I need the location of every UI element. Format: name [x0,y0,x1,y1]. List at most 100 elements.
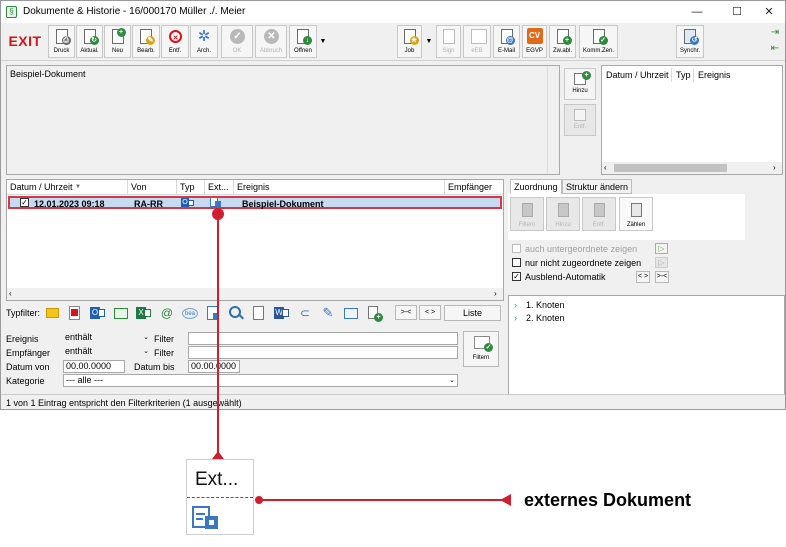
scroll-right-icon[interactable]: › [494,289,497,298]
minimize-button[interactable]: — [682,3,712,21]
clipboard-icon: + [554,28,572,45]
delete-doc-icon: ✕ [166,28,184,45]
grid-col-datetime[interactable]: Datum / Uhrzeit [10,182,73,192]
close-button[interactable]: ✕ [754,3,784,21]
ereignis-filter-input[interactable] [188,332,458,345]
ereignis-filter-label: Filter [154,334,174,344]
notes-area[interactable]: Beispiel-Dokument [6,65,560,175]
expand-all-button[interactable]: < > [419,305,441,320]
history-hscrollbar[interactable]: ‹ › [602,162,782,174]
scroll-left-icon[interactable]: ‹ [9,289,12,298]
play-icon[interactable]: ▷ [655,243,668,254]
at-filter-icon[interactable]: @ [159,305,175,321]
main-toolbar: EXIT ⎙ Druck ↻ Aktual. + Neu ✎ Bearb. ✕ … [1,23,785,61]
history-entf-button[interactable]: Entf. [564,104,596,136]
eeb-button[interactable]: eEB [463,25,491,58]
external-doc-icon[interactable] [210,197,222,208]
entf-button[interactable]: ✕ Entf. [161,25,189,58]
tab-zuordnung[interactable]: Zuordnung [510,179,562,194]
sign-button[interactable]: Sign [436,25,461,58]
grid-col-empfaenger[interactable]: Empfänger [448,182,492,192]
notes-scrollbar[interactable] [547,66,559,174]
pdf-filter-icon[interactable] [67,305,83,321]
scroll-left-icon[interactable]: ‹ [604,163,607,172]
zuordnung-entf-button[interactable]: Entf. [582,197,616,231]
job-button[interactable]: ★ Job [397,25,422,58]
tab-struktur-aendern[interactable]: Struktur ändern [562,179,633,194]
zoom-ext-header: Ext... [195,469,239,490]
text-filter-icon[interactable] [251,305,267,321]
zuordnung-hinzu-button[interactable]: Hinzu [546,197,580,231]
note-filter-icon[interactable] [45,305,61,321]
dock-right-icon[interactable]: ⇥ [769,27,781,39]
excel-filter-icon[interactable]: X [136,305,152,321]
expand-nodes-button[interactable]: < > [636,271,650,283]
zaehlen-button[interactable]: Zählen [619,197,653,231]
grid-col-von[interactable]: Von [131,182,147,192]
document-grid[interactable]: Datum / Uhrzeit ▼ Von Typ Ext... Ereigni… [6,179,504,301]
count-icon [631,203,642,217]
abbruch-button[interactable]: ✕ Abbruch [255,25,287,58]
table-row[interactable]: ✓ 12.01.2023 09:18 RA-RR O Beispiel-Doku… [8,196,502,209]
history-col-datetime[interactable]: Datum / Uhrzeit [606,70,669,80]
history-col-ereignis[interactable]: Ereignis [698,70,731,80]
oeffnen-dropdown-icon[interactable]: ▼ [318,25,328,58]
empfaenger-mode-select[interactable]: enthält ⌄ [63,346,151,359]
maximize-button[interactable]: ☐ [722,3,752,21]
synchr-button[interactable]: ↺ Synchr. [676,25,704,58]
nicht-zugeordnete-checkbox[interactable] [512,258,521,267]
collapse-all-button[interactable]: >-< [395,305,417,320]
datum-von-input[interactable]: 00.00.0000 [63,360,125,373]
ok-button[interactable]: ✓ OK [221,25,253,58]
egvp-button[interactable]: CV EGVP [522,25,547,58]
row-checkbox[interactable]: ✓ [20,198,29,207]
grid-col-typ[interactable]: Typ [180,182,195,192]
folder-open-filter-icon[interactable] [343,305,359,321]
arch-button[interactable]: ✲ Arch. [190,25,218,58]
filter-icon [522,203,533,217]
druck-button[interactable]: ⎙ Druck [48,25,75,58]
filtern-button[interactable]: ✓ Filtern [463,331,499,367]
grid-hscrollbar[interactable]: ‹ › [7,288,503,300]
dock-left-icon[interactable]: ⇤ [769,43,781,55]
pen-filter-icon[interactable]: ✎ [320,305,336,321]
word-filter-icon[interactable]: W [274,305,290,321]
datum-bis-input[interactable]: 00.00.0000 [188,360,240,373]
empfaenger-filter-input[interactable] [188,346,458,359]
chevron-right-icon[interactable]: › [514,313,526,323]
tree-node[interactable]: › 2. Knoten [514,313,565,323]
attachment-filter-icon[interactable]: ⊂ [297,305,313,321]
egvp-icon: CV [526,28,544,45]
add-icon [558,203,569,217]
untergeordnete-checkbox[interactable] [512,244,521,253]
history-col-typ[interactable]: Typ [676,70,691,80]
ereignis-mode-select[interactable]: enthält ⌄ [63,332,151,345]
tree-node[interactable]: › 1. Knoten [514,300,565,310]
history-hinzu-button[interactable]: + Hinzu [564,68,596,100]
job-dropdown-icon[interactable]: ▼ [424,25,434,58]
add-doc-filter-icon[interactable]: + [366,305,383,322]
web-filter-icon[interactable] [228,305,244,321]
ausblend-checkbox[interactable]: ✓ [512,272,521,281]
folder-filter-icon[interactable] [113,305,129,321]
zuordnung-filtern-button[interactable]: Filtern [510,197,544,231]
bea-filter-icon[interactable]: bea [182,305,198,321]
kategorie-select[interactable]: --- alle --- ⌄ [63,374,458,387]
scroll-right-icon[interactable]: › [773,163,776,172]
aktual-button[interactable]: ↻ Aktual. [76,25,103,58]
grid-col-ereignis[interactable]: Ereignis [237,182,270,192]
komm-zen-button[interactable]: ✓ Komm.Zen. [579,25,618,58]
history-list[interactable]: Datum / Uhrzeit Typ Ereignis ‹ › [601,65,783,175]
exit-button[interactable]: EXIT [4,25,46,57]
assignment-tree[interactable]: › 1. Knoten › 2. Knoten [508,295,785,409]
liste-button[interactable]: Liste [444,305,501,321]
email-button[interactable]: @ E-Mail [493,25,520,58]
oeffnen-button[interactable]: ↓ Öffnen [289,25,317,58]
grid-col-ext[interactable]: Ext... [208,182,229,192]
neu-button[interactable]: + Neu [104,25,131,58]
bearb-button[interactable]: ✎ Bearb. [132,25,160,58]
zwabl-button[interactable]: + Zw.abl. [549,25,576,58]
collapse-nodes-button[interactable]: >-< [655,271,669,283]
outlook-filter-icon[interactable]: O [90,305,106,321]
chevron-right-icon[interactable]: › [514,300,526,310]
